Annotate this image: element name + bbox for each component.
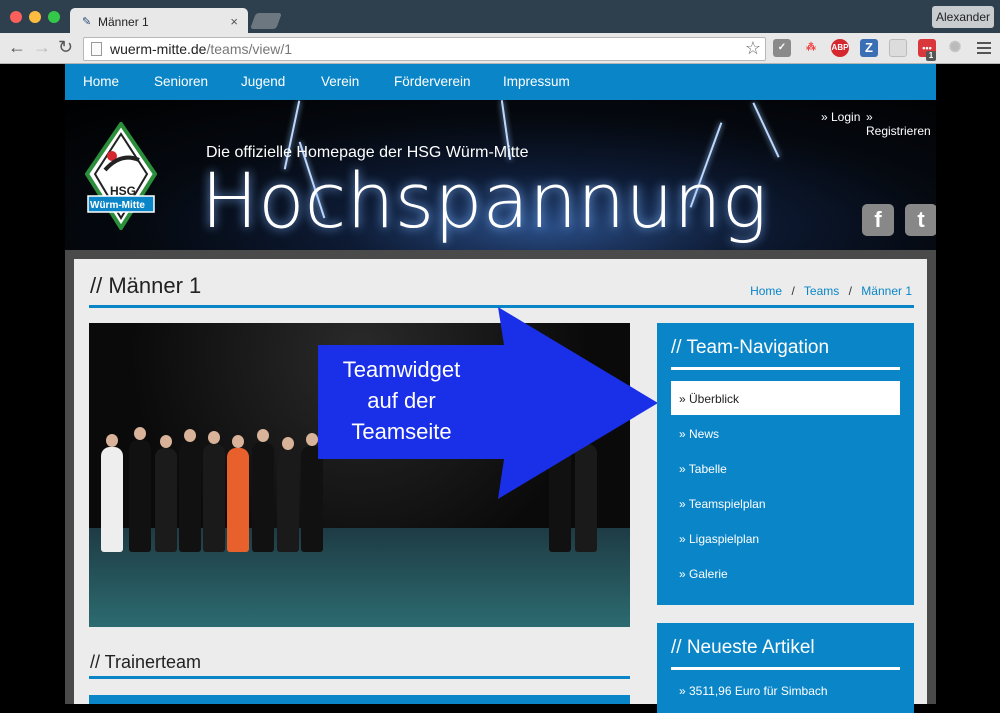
lightning-bolt	[752, 102, 780, 158]
breadcrumb-separator: /	[791, 284, 795, 298]
zotero-extension-icon[interactable]: Z	[860, 39, 878, 57]
annotation-line: auf der	[367, 388, 436, 413]
login-link[interactable]: » Login	[821, 110, 860, 124]
website: Home Senioren Jugend Verein Förderverein…	[65, 64, 936, 713]
team-nav-item-teamspielplan[interactable]: » Teamspielplan	[671, 486, 900, 520]
player-figure	[101, 434, 123, 552]
breadcrumb: Home / Teams / Männer 1	[750, 284, 912, 298]
breadcrumb-current[interactable]: Männer 1	[861, 284, 912, 298]
player-figure	[129, 427, 151, 552]
nav-item-jugend[interactable]: Jugend	[241, 74, 285, 89]
page-title: // Männer 1	[90, 273, 202, 298]
main-navigation: Home Senioren Jugend Verein Förderverein…	[65, 64, 936, 100]
player-figure	[227, 435, 249, 552]
content-area: // Männer 1 Home / Teams / Männer 1 Team…	[74, 259, 927, 713]
annotation-line: Teamseite	[351, 419, 452, 444]
nav-item-impressum[interactable]: Impressum	[503, 74, 570, 89]
logo-text-bottom: Würm-Mitte	[90, 200, 145, 211]
player-figure	[179, 429, 201, 552]
facebook-icon[interactable]: f	[862, 204, 894, 236]
article-link[interactable]: » 3511,96 Euro für Simbach	[671, 673, 900, 707]
tab-title: Männer 1	[98, 15, 149, 29]
team-nav-item-news[interactable]: » News	[671, 416, 900, 450]
url-text: wuerm-mitte.de/teams/view/1	[110, 41, 292, 57]
breadcrumb-separator: /	[848, 284, 852, 298]
team-nav-item-ligaspielplan[interactable]: » Ligaspielplan	[671, 521, 900, 555]
tab-close-icon[interactable]: ×	[230, 14, 238, 29]
adblock-extension-icon[interactable]: ABP	[831, 39, 849, 57]
minimize-window-button[interactable]	[29, 11, 41, 23]
hamburger-menu-icon[interactable]	[977, 42, 991, 57]
bookmark-star-icon[interactable]: ☆	[745, 38, 761, 59]
banner-title: Hochspannung	[201, 156, 768, 245]
breadcrumb-teams[interactable]: Teams	[804, 284, 839, 298]
profile-button[interactable]: Alexander	[932, 6, 994, 28]
trainer-panel	[89, 695, 630, 704]
nav-item-foerderverein[interactable]: Förderverein	[394, 74, 471, 89]
team-navigation-widget: // Team-Navigation » Überblick » News » …	[657, 323, 914, 605]
section-title-trainerteam: // Trainerteam	[90, 652, 202, 672]
page-icon	[91, 42, 102, 56]
browser-tab[interactable]: ✎ Männer 1 ×	[70, 8, 248, 33]
content-frame: // Männer 1 Home / Teams / Männer 1 Team…	[65, 250, 936, 713]
widget-underline	[671, 367, 900, 370]
player-figure	[277, 437, 299, 552]
latest-articles-widget: // Neueste Artikel » 3511,96 Euro für Si…	[657, 623, 914, 713]
team-nav-item-ueberblick[interactable]: » Überblick	[671, 381, 900, 415]
header-banner: HSG Würm-Mitte Die offizielle Homepage d…	[65, 100, 936, 250]
player-figure	[155, 435, 177, 552]
player-figure	[203, 431, 225, 552]
section-underline	[89, 676, 630, 679]
widget-title: // Neueste Artikel	[671, 637, 815, 658]
widget-underline	[671, 667, 900, 670]
url-path: /teams/view/1	[206, 41, 293, 57]
nav-item-senioren[interactable]: Senioren	[154, 74, 208, 89]
gear-extension-icon[interactable]: ✺	[946, 39, 964, 57]
hsg-logo[interactable]	[85, 122, 157, 230]
reload-icon[interactable]: ↻	[58, 37, 73, 58]
browser-chrome: ✎ Männer 1 × Alexander ← → ↻ wuerm-mitte…	[0, 0, 1000, 64]
team-nav-item-tabelle[interactable]: » Tabelle	[671, 451, 900, 485]
back-arrow-icon[interactable]: ←	[8, 37, 26, 58]
extension-badge: 1	[926, 51, 936, 61]
asana-extension-icon[interactable]: ⁂	[802, 39, 820, 57]
forward-arrow-icon[interactable]: →	[33, 37, 51, 58]
register-link[interactable]: » Registrieren	[866, 110, 936, 138]
address-bar[interactable]: wuerm-mitte.de/teams/view/1 ☆	[83, 37, 766, 61]
document-extension-icon[interactable]	[889, 39, 907, 57]
checkmark-extension-icon[interactable]: ✓	[773, 39, 791, 57]
nav-item-home[interactable]: Home	[83, 74, 119, 89]
new-tab-button[interactable]	[250, 13, 282, 29]
close-window-button[interactable]	[10, 11, 22, 23]
maximize-window-button[interactable]	[48, 11, 60, 23]
twitter-icon[interactable]: t	[905, 204, 936, 236]
team-nav-item-galerie[interactable]: » Galerie	[671, 556, 900, 590]
url-domain: wuerm-mitte.de	[110, 41, 207, 57]
logo-text-top: HSG	[110, 184, 137, 198]
favicon-icon: ✎	[82, 16, 92, 28]
annotation-text: Teamwidget auf der Teamseite	[324, 354, 479, 447]
annotation-line: Teamwidget	[342, 357, 461, 382]
widget-title: // Team-Navigation	[671, 337, 830, 358]
tab-bar: ✎ Männer 1 × Alexander	[0, 0, 1000, 33]
breadcrumb-home[interactable]: Home	[750, 284, 782, 298]
nav-item-verein[interactable]: Verein	[321, 74, 359, 89]
player-figure	[252, 429, 274, 552]
